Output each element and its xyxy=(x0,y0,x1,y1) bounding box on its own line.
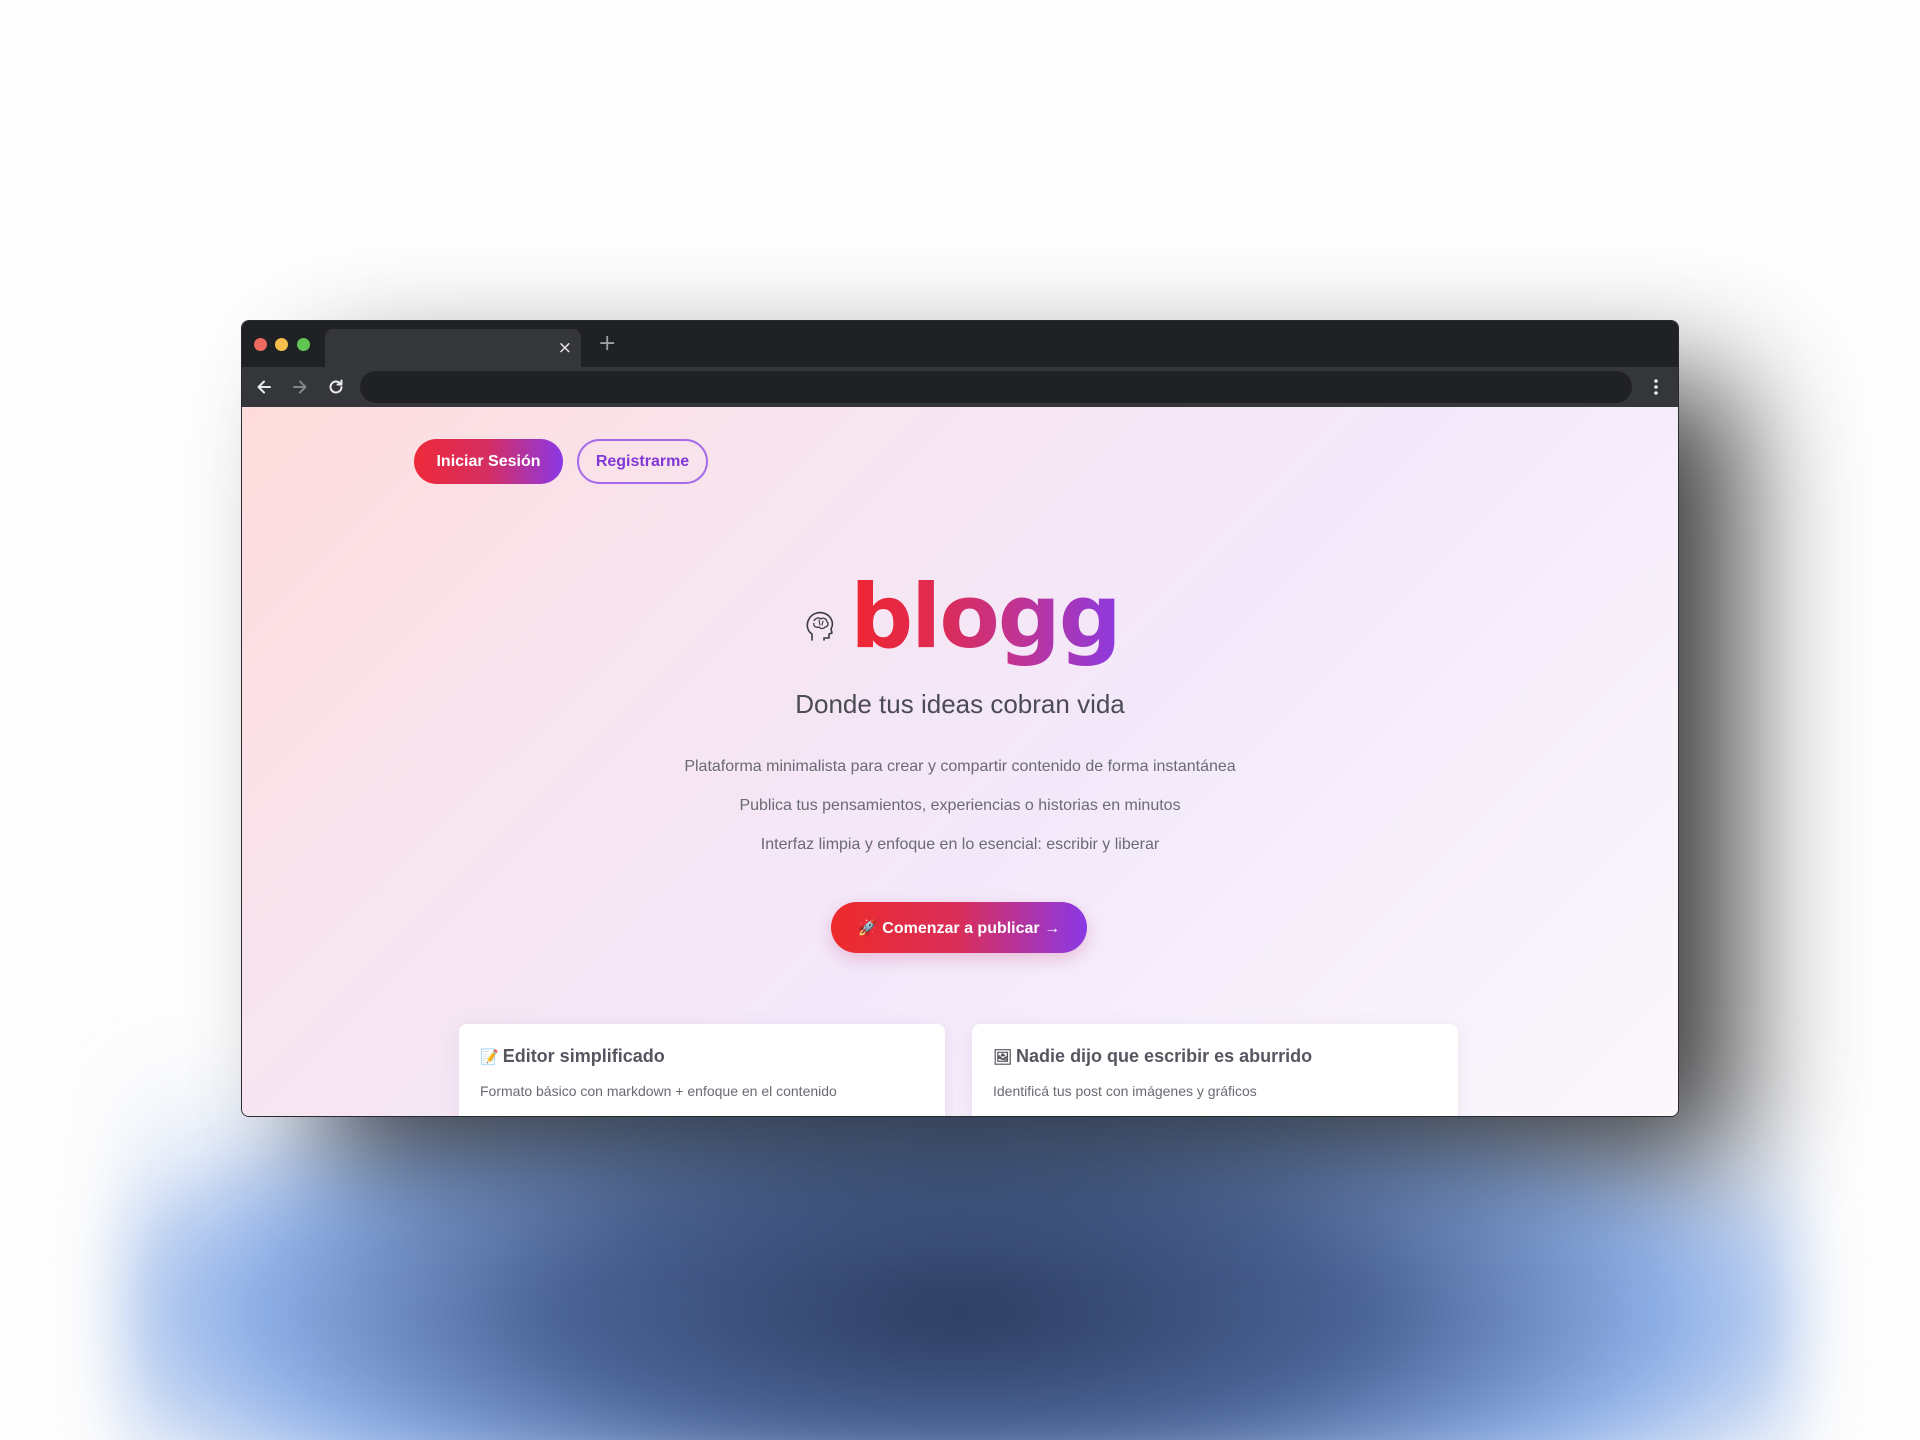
description-line: Plataforma minimalista para crear y comp… xyxy=(684,758,1236,775)
brand-logo: blogg xyxy=(242,567,1678,667)
browser-window: × + Iniciar Sesión Registrarme blogg Don… xyxy=(241,320,1679,1117)
brain-head-icon xyxy=(806,611,834,641)
new-tab-icon[interactable]: + xyxy=(598,333,616,355)
description-line: Publica tus pensamientos, experiencias o… xyxy=(739,797,1181,814)
reload-icon[interactable] xyxy=(326,377,346,397)
tagline: Donde tus ideas cobran vida xyxy=(795,689,1125,719)
arrow-left-icon[interactable] xyxy=(254,377,274,397)
feature-description: Identificá tus post con imágenes y gráfi… xyxy=(993,1083,1257,1099)
kebab-menu-icon[interactable] xyxy=(1646,377,1666,397)
login-button[interactable]: Iniciar Sesión xyxy=(414,439,563,484)
feature-title: 🖼 Nadie dijo que escribir es aburrido xyxy=(993,1046,1437,1067)
feature-card: 📝 Editor simplificado Formato básico con … xyxy=(459,1024,945,1116)
tab-bar: × + xyxy=(242,321,1678,367)
address-bar[interactable] xyxy=(360,371,1632,403)
minimize-window-button[interactable] xyxy=(275,338,288,351)
feature-title-text: Nadie dijo que escribir es aburrido xyxy=(1016,1046,1313,1066)
memo-icon: 📝 xyxy=(480,1048,499,1066)
picture-icon: 🖼 xyxy=(993,1048,1013,1066)
feature-title: 📝 Editor simplificado xyxy=(480,1046,924,1067)
close-window-button[interactable] xyxy=(254,338,267,351)
page-content: Iniciar Sesión Registrarme blogg Donde t… xyxy=(242,407,1678,1116)
tab-close-icon[interactable]: × xyxy=(558,338,572,358)
start-publishing-button[interactable]: 🚀 Comenzar a publicar → xyxy=(831,902,1087,953)
browser-tab[interactable]: × xyxy=(325,329,581,367)
brand-name: blogg xyxy=(850,565,1122,668)
arrow-right-icon[interactable] xyxy=(290,377,310,397)
feature-card: 🖼 Nadie dijo que escribir es aburrido Ide… xyxy=(972,1024,1458,1116)
browser-toolbar xyxy=(242,367,1678,407)
feature-description: Formato básico con markdown + enfoque en… xyxy=(480,1083,837,1099)
register-button[interactable]: Registrarme xyxy=(577,439,708,484)
maximize-window-button[interactable] xyxy=(297,338,310,351)
description-line: Interfaz limpia y enfoque en lo esencial… xyxy=(760,836,1160,853)
feature-title-text: Editor simplificado xyxy=(502,1046,665,1066)
